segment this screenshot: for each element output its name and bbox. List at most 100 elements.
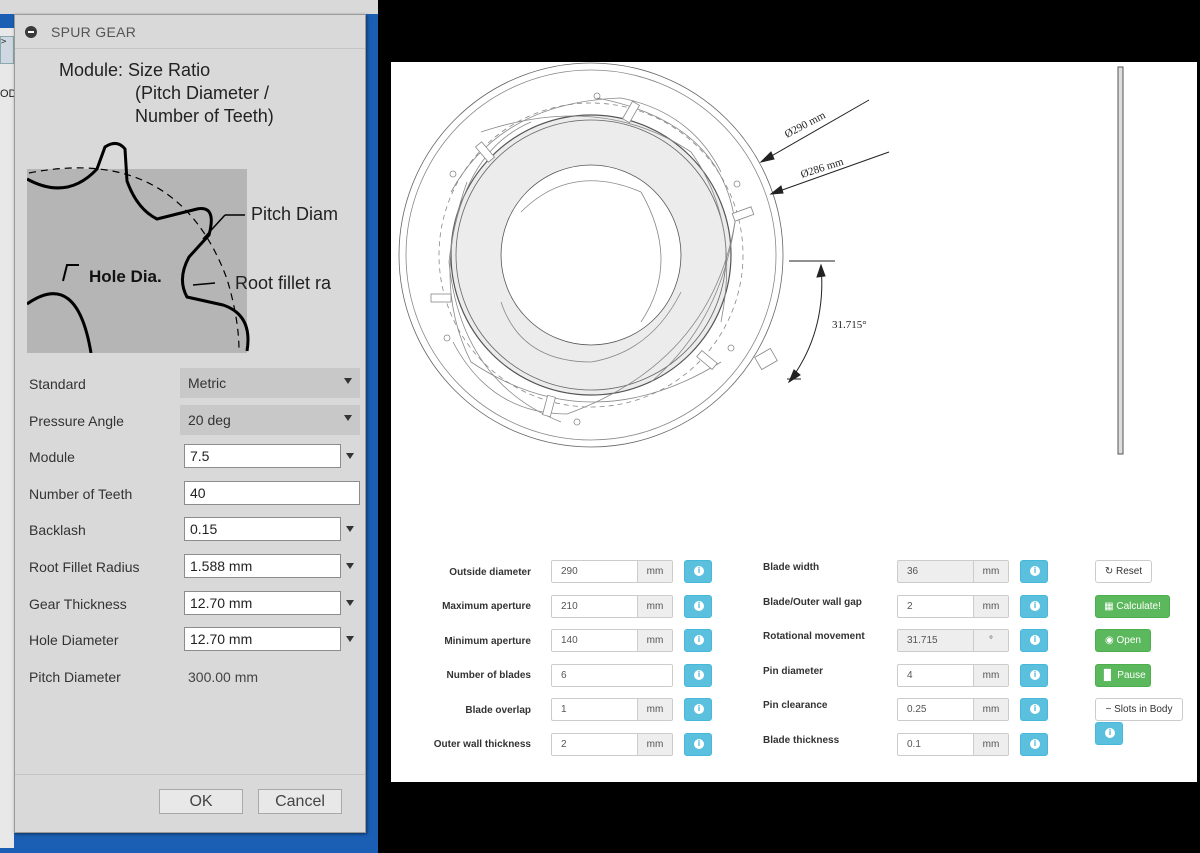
unit-label: ° xyxy=(973,630,1008,651)
max-aperture-input[interactable]: 210 mm xyxy=(551,595,673,618)
pause-button[interactable]: ▐▌ Pause xyxy=(1095,664,1151,687)
pressure-angle-value: 20 deg xyxy=(188,412,231,428)
cancel-button[interactable]: Cancel xyxy=(258,789,342,814)
blade-overlap-input[interactable]: 1 mm xyxy=(551,698,673,721)
pitch-diameter-row: Pitch Diameter 300.00 mm xyxy=(29,664,351,690)
arrowhead xyxy=(769,185,784,195)
standard-row: Standard Metric xyxy=(29,368,360,398)
pin-hole xyxy=(733,180,741,188)
chevron-down-icon[interactable] xyxy=(346,636,354,642)
blade-width-label: Blade width xyxy=(763,562,820,573)
info-button[interactable] xyxy=(684,733,712,756)
blade-thickness-input[interactable]: 0.1 mm xyxy=(897,733,1009,756)
wall-gap-input[interactable]: 2 mm xyxy=(897,595,1009,618)
collapse-icon[interactable] xyxy=(25,25,37,38)
info-button[interactable] xyxy=(1020,560,1048,583)
rot-movement-input[interactable]: 31.715 ° xyxy=(897,629,1009,652)
side-profile xyxy=(1117,66,1124,455)
pressure-angle-dropdown[interactable]: 20 deg xyxy=(180,405,360,435)
reset-icon: ↻ xyxy=(1104,566,1117,577)
backlash-input[interactable]: 0.15 xyxy=(184,517,341,541)
caption-line: Module: Size Ratio xyxy=(59,60,211,80)
unit-label: mm xyxy=(973,665,1008,686)
pin-clearance-input[interactable]: 0.25 mm xyxy=(897,698,1009,721)
aperture-circle xyxy=(500,164,682,346)
blade-width-input[interactable]: 36 mm xyxy=(897,560,1009,583)
minus-icon: − xyxy=(1105,704,1115,715)
num-blades-input[interactable]: 6 xyxy=(551,664,673,687)
toolbar-button[interactable]: > xyxy=(0,36,14,64)
arrowhead xyxy=(816,263,826,278)
module-row: Module 7.5 xyxy=(29,444,354,470)
pin-slot xyxy=(474,141,496,163)
pin-hole xyxy=(443,334,451,342)
module-input[interactable]: 7.5 xyxy=(184,444,341,468)
open-icon: ◉ xyxy=(1105,635,1117,646)
ok-button[interactable]: OK xyxy=(159,789,243,814)
wall-gap-label: Blade/Outer wall gap xyxy=(763,597,862,608)
teeth-row: Number of Teeth 40 xyxy=(29,481,360,507)
outer-wall-input[interactable]: 2 mm xyxy=(551,733,673,756)
caption-line: (Pitch Diameter / xyxy=(135,83,270,103)
angle-dimension: 31.715° xyxy=(832,319,867,331)
unit-label: mm xyxy=(637,561,672,582)
chevron-down-icon[interactable] xyxy=(346,600,354,606)
pin-diameter-input[interactable]: 4 mm xyxy=(897,664,1009,687)
spur-gear-dialog: SPUR GEAR Module: Size Ratio (Pitch Diam… xyxy=(14,14,366,833)
info-button[interactable] xyxy=(1020,698,1048,721)
info-button[interactable] xyxy=(684,698,712,721)
info-button[interactable] xyxy=(684,664,712,687)
info-button[interactable] xyxy=(684,595,712,618)
dialog-header: SPUR GEAR xyxy=(15,15,365,49)
backlash-label: Backlash xyxy=(29,522,86,538)
reset-button[interactable]: ↻ Reset xyxy=(1095,560,1152,583)
pitch-diameter-label: Pitch Diameter xyxy=(29,669,121,685)
module-label: Module xyxy=(29,449,75,465)
info-button[interactable] xyxy=(1020,595,1048,618)
hole-diameter-input[interactable]: 12.70 mm xyxy=(184,627,341,651)
info-button[interactable] xyxy=(684,560,712,583)
pause-label: Pause xyxy=(1117,670,1146,681)
teeth-input[interactable]: 40 xyxy=(184,481,360,505)
dialog-title: SPUR GEAR xyxy=(51,23,137,40)
unit-label: mm xyxy=(637,630,672,651)
dialog-footer: OK Cancel xyxy=(15,774,365,832)
blade-overlap-value: 1 xyxy=(561,704,567,715)
pin-clearance-label: Pin clearance xyxy=(763,700,828,711)
gear-thickness-row: Gear Thickness 12.70 mm xyxy=(29,591,354,617)
chevron-down-icon[interactable] xyxy=(346,526,354,532)
hole-diameter-label: Hole Diameter xyxy=(29,632,119,648)
pin-slot xyxy=(430,293,452,303)
pitch-diameter-label: Pitch Diam xyxy=(251,204,338,224)
info-button[interactable] xyxy=(1020,664,1048,687)
arrowhead xyxy=(787,369,801,384)
blade-width-value: 36 xyxy=(907,566,919,577)
blade-thickness-label: Blade thickness xyxy=(763,735,840,746)
teeth-label: Number of Teeth xyxy=(29,486,133,502)
info-button[interactable] xyxy=(1020,629,1048,652)
open-button[interactable]: ◉ Open xyxy=(1095,629,1151,652)
gear-diagram: Pitch Diam Hole Dia. Root fillet ra xyxy=(27,142,338,353)
chevron-down-icon[interactable] xyxy=(346,563,354,569)
root-fillet-row: Root Fillet Radius 1.588 mm xyxy=(29,554,354,580)
slots-in-body-button[interactable]: − Slots in Body xyxy=(1095,698,1183,721)
info-button[interactable] xyxy=(684,629,712,652)
min-aperture-input[interactable]: 140 mm xyxy=(551,629,673,652)
dimension-leader xyxy=(760,99,870,163)
info-button[interactable] xyxy=(1095,722,1123,745)
calculate-button[interactable]: ▦ Calculate! xyxy=(1095,595,1170,618)
unit-label: mm xyxy=(973,699,1008,720)
outside-diameter-input[interactable]: 290 mm xyxy=(551,560,673,583)
standard-dropdown[interactable]: Metric xyxy=(180,368,360,398)
info-button[interactable] xyxy=(1020,733,1048,756)
gear-thickness-input[interactable]: 12.70 mm xyxy=(184,591,341,615)
gear-body-shading xyxy=(27,169,247,353)
chevron-down-icon[interactable] xyxy=(346,453,354,459)
root-fillet-label: Root fillet ra xyxy=(235,273,332,293)
max-aperture-value: 210 xyxy=(561,601,578,612)
pin-hole xyxy=(727,344,735,352)
pressure-angle-row: Pressure Angle 20 deg xyxy=(29,405,360,435)
outside-diameter-value: 290 xyxy=(561,566,578,577)
root-fillet-input[interactable]: 1.588 mm xyxy=(184,554,341,578)
backlash-row: Backlash 0.15 xyxy=(29,517,354,543)
